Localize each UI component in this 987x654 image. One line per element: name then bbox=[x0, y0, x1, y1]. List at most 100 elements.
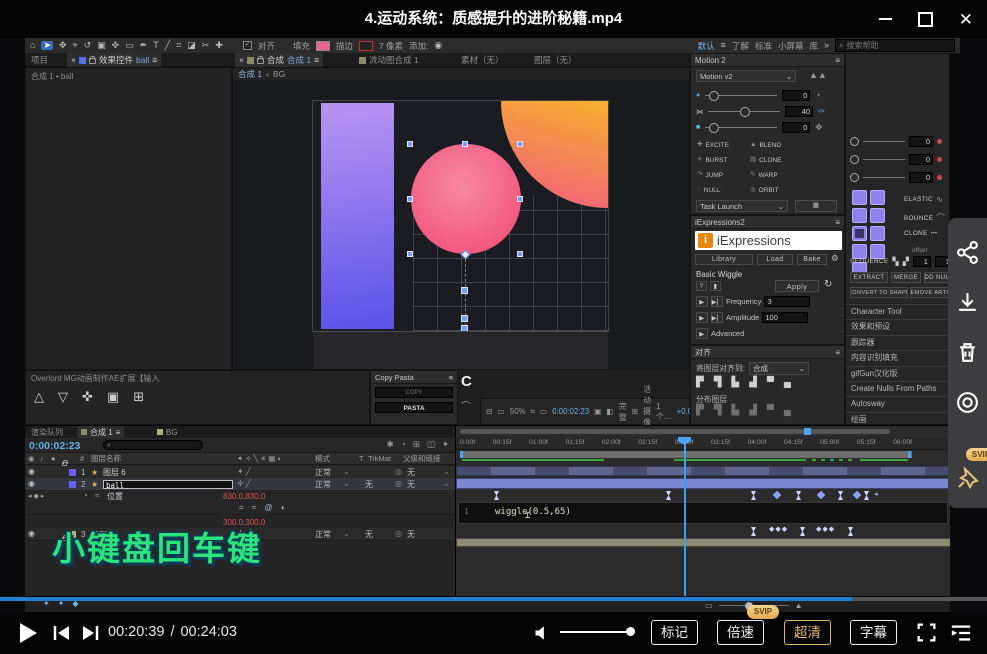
selection-handle[interactable] bbox=[407, 141, 413, 147]
add-menu-icon[interactable]: ◉ bbox=[434, 41, 442, 50]
motion-tool-button[interactable]: ◎ ORBIT bbox=[747, 183, 800, 198]
tab-close-icon[interactable]: × bbox=[239, 55, 244, 65]
grid-options-icon[interactable]: ⌗ bbox=[531, 408, 535, 416]
workspace-standard[interactable]: 标准 bbox=[755, 40, 772, 52]
amplitude-value[interactable]: 100 bbox=[762, 312, 808, 323]
triangle-down-icon[interactable]: ▽ bbox=[58, 390, 68, 403]
maximize-icon[interactable] bbox=[918, 12, 933, 27]
falloff-icon[interactable]: ▲▲ bbox=[809, 71, 827, 80]
switch-icons[interactable]: ✛ ╱ bbox=[237, 480, 251, 488]
workspace-small-screen[interactable]: 小屏幕 bbox=[778, 40, 804, 52]
keyframe-diamond-icon[interactable] bbox=[853, 491, 861, 499]
next-episode-icon[interactable] bbox=[80, 624, 100, 642]
share-icon[interactable] bbox=[955, 240, 980, 265]
timeline-search-input[interactable] bbox=[114, 441, 204, 450]
viewer-breadcrumb-layer[interactable]: BG bbox=[273, 69, 285, 79]
mark-button[interactable]: 标记 bbox=[651, 620, 698, 645]
switch-icons[interactable]: ✦ ╱ bbox=[237, 468, 251, 476]
frequency-value[interactable]: 3 bbox=[764, 296, 810, 307]
layer-name-header[interactable]: 图层名称 bbox=[91, 453, 121, 464]
layer1-duration-bar[interactable] bbox=[456, 466, 950, 476]
record-dot-icon[interactable] bbox=[937, 157, 942, 162]
add-null-button[interactable]: ADD NULL bbox=[924, 272, 949, 283]
slider-value[interactable]: 0 bbox=[909, 154, 933, 165]
keyframe-icon[interactable] bbox=[751, 527, 756, 536]
play-icon[interactable]: ▶ bbox=[696, 328, 708, 339]
panel-menu-icon[interactable]: ≡ bbox=[835, 348, 840, 357]
selection-tool-icon[interactable]: ➤ bbox=[41, 41, 53, 50]
slider-knob[interactable] bbox=[740, 107, 750, 117]
task-launch-dropdown[interactable]: Task Launch⌄ bbox=[696, 200, 788, 212]
script-list-item[interactable]: 内容识别填充 bbox=[846, 350, 949, 365]
script-list-item[interactable]: 效果和预设 bbox=[846, 319, 949, 334]
align-to-dropdown[interactable]: 合成⌄ bbox=[749, 362, 809, 375]
watch-later-icon[interactable] bbox=[955, 390, 980, 415]
clone-label[interactable]: CLONE bbox=[904, 230, 928, 237]
stroke-width-value[interactable]: 7 像素 bbox=[379, 40, 403, 52]
selection-handle[interactable] bbox=[407, 196, 413, 202]
script-list-item[interactable]: Create Nulls From Paths bbox=[846, 381, 949, 396]
align-right-icon[interactable]: ▙ bbox=[731, 378, 739, 388]
stroke-color-swatch[interactable] bbox=[359, 41, 373, 51]
motion-tool-button[interactable]: ✚ EXCITE bbox=[694, 138, 747, 153]
trkmat-value[interactable]: 无 bbox=[365, 479, 373, 490]
panel-menu-icon[interactable]: ≡ bbox=[449, 373, 453, 382]
load-button[interactable]: Load bbox=[757, 254, 793, 265]
align-hcenter-icon[interactable]: ▜ bbox=[714, 378, 722, 388]
bake-button[interactable]: Bake bbox=[797, 254, 827, 265]
channels-icon[interactable]: ◧ bbox=[607, 408, 614, 416]
mode-header[interactable]: 模式 bbox=[315, 453, 330, 464]
view-layout-select[interactable]: 1 个… bbox=[656, 402, 672, 422]
sequence-label[interactable]: SEQUENCE bbox=[850, 258, 889, 265]
script-list-item[interactable]: gifGun汉化版 bbox=[846, 366, 949, 381]
subtitle-button[interactable]: 字幕 bbox=[850, 620, 897, 645]
trkmat-header[interactable]: TrkMat bbox=[368, 454, 391, 463]
navigator-handle[interactable] bbox=[804, 428, 811, 435]
work-area-bar[interactable] bbox=[460, 451, 912, 458]
keyframe-icon[interactable] bbox=[494, 491, 499, 500]
comp-artboard[interactable] bbox=[313, 101, 608, 331]
selection-handle[interactable] bbox=[517, 251, 523, 257]
stairs-down-icon[interactable]: ▞ bbox=[903, 257, 909, 266]
timeline-current-time[interactable]: 0:00:02:23 bbox=[29, 440, 80, 452]
distribute-icon[interactable]: ▀ bbox=[767, 406, 774, 416]
board-icon[interactable]: ▣ bbox=[107, 390, 119, 403]
viewer-current-time[interactable]: 0:00:02:23 bbox=[552, 407, 589, 416]
expression-text[interactable]: wiggle(0.5,65) bbox=[495, 507, 571, 517]
slider-value[interactable]: 0 bbox=[909, 172, 933, 183]
slider-knob[interactable] bbox=[709, 123, 719, 133]
anchor-cell-active[interactable] bbox=[852, 226, 867, 241]
align-left-icon[interactable]: ▛ bbox=[696, 378, 704, 388]
slider-knob[interactable] bbox=[850, 173, 859, 182]
eraser-tool-icon[interactable]: ◪ bbox=[187, 41, 196, 50]
pickwhip-icon[interactable]: ◎ bbox=[395, 530, 402, 538]
selection-handle[interactable] bbox=[517, 141, 523, 147]
work-area-end-handle[interactable] bbox=[908, 451, 911, 458]
slider-knob[interactable] bbox=[709, 91, 719, 101]
shape-tool-icon[interactable]: ▭ bbox=[125, 41, 134, 50]
anchor-cell[interactable] bbox=[870, 190, 885, 205]
anchor-cell[interactable] bbox=[870, 208, 885, 223]
step-icon[interactable]: ▶▏ bbox=[711, 312, 723, 323]
roto-brush-tool-icon[interactable]: ✂ bbox=[202, 41, 210, 50]
record-dot-icon[interactable] bbox=[937, 175, 942, 180]
script-list-item[interactable]: Character Tool bbox=[846, 304, 949, 319]
play-icon[interactable] bbox=[20, 623, 37, 643]
slider-knob[interactable] bbox=[850, 137, 859, 146]
align-bottom-icon[interactable]: ▄ bbox=[784, 378, 791, 388]
graph-editor-icon[interactable]: ✦ bbox=[442, 440, 449, 449]
path-handle[interactable] bbox=[461, 315, 468, 322]
path-handle[interactable] bbox=[461, 325, 468, 331]
download-icon[interactable] bbox=[955, 290, 980, 315]
parent-value[interactable]: 无 bbox=[407, 529, 415, 540]
camera-tool-icon[interactable]: ▣ bbox=[97, 41, 106, 50]
keyframe-icon[interactable] bbox=[751, 491, 756, 500]
motion-tool-button[interactable]: ✎ WARP bbox=[747, 168, 800, 183]
distribute-icon[interactable]: ▜ bbox=[714, 406, 722, 416]
pink-circle-shape[interactable] bbox=[411, 144, 521, 254]
blend-mode[interactable]: 正常 bbox=[315, 479, 331, 490]
snap-checkbox[interactable]: ✓ bbox=[243, 41, 252, 50]
mask-toggle-icon[interactable]: ▭ bbox=[540, 408, 547, 416]
help-search-box[interactable]: ⌕ bbox=[835, 39, 955, 52]
layer-color-chip[interactable] bbox=[69, 481, 76, 488]
